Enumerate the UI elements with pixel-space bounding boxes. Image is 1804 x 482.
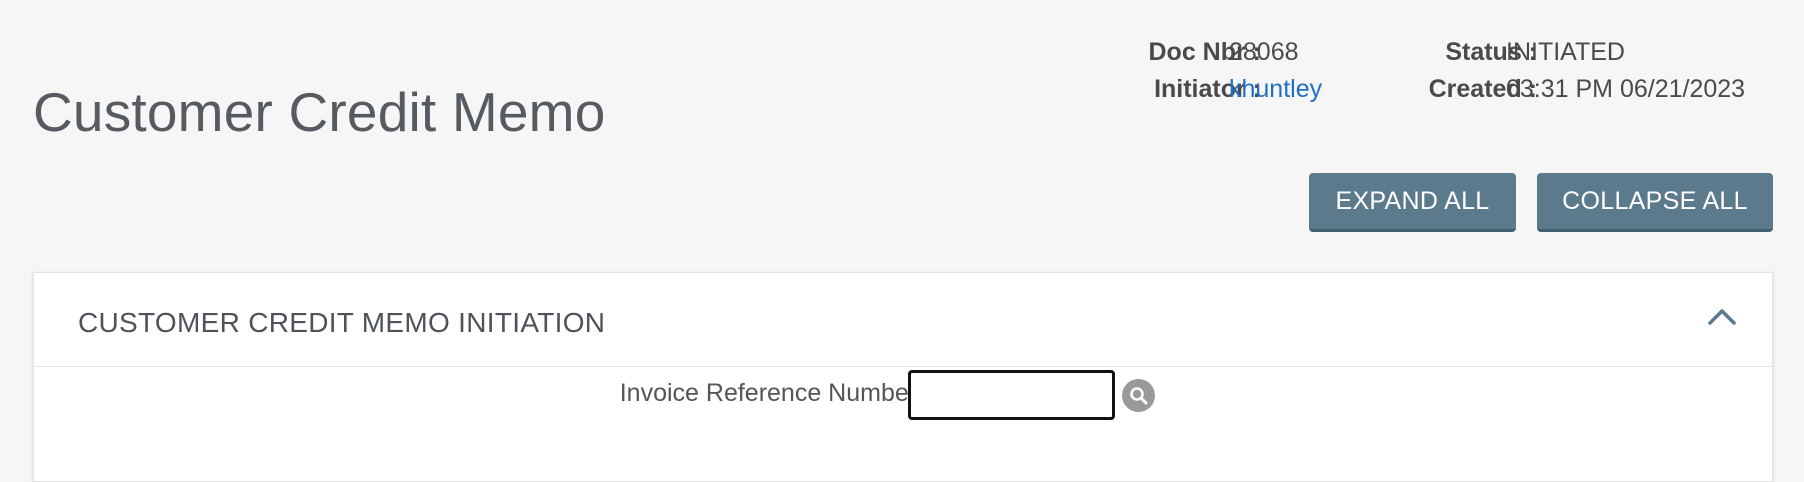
invoice-reference-label: Invoice Reference Number : bbox=[619, 379, 931, 407]
meta-row-1: Doc Nbr : 28068 Status : INITIATED bbox=[1040, 38, 1774, 74]
page: Customer Credit Memo Doc Nbr : 28068 Sta… bbox=[0, 0, 1804, 482]
initiator-link[interactable]: khuntley bbox=[1229, 75, 1322, 104]
panel-title: CUSTOMER CREDIT MEMO INITIATION bbox=[78, 307, 606, 338]
collapse-all-button[interactable]: COLLAPSE ALL bbox=[1537, 173, 1773, 232]
panel-header[interactable]: CUSTOMER CREDIT MEMO INITIATION bbox=[34, 273, 1772, 367]
invoice-reference-input[interactable] bbox=[908, 370, 1115, 420]
search-icon[interactable] bbox=[1122, 379, 1155, 412]
meta-row-2: Initiator : khuntley Created : 03:31 PM … bbox=[1040, 75, 1774, 111]
expand-all-button[interactable]: EXPAND ALL bbox=[1309, 173, 1516, 232]
doc-nbr-value: 28068 bbox=[1229, 38, 1299, 66]
credit-memo-initiation-panel: CUSTOMER CREDIT MEMO INITIATION Invoice … bbox=[33, 272, 1773, 482]
chevron-up-icon[interactable] bbox=[1702, 297, 1742, 337]
status-value: INITIATED bbox=[1506, 38, 1625, 66]
document-meta: Doc Nbr : 28068 Status : INITIATED Initi… bbox=[1040, 38, 1774, 118]
page-title: Customer Credit Memo bbox=[33, 81, 606, 143]
created-value: 03:31 PM 06/21/2023 bbox=[1506, 75, 1746, 103]
